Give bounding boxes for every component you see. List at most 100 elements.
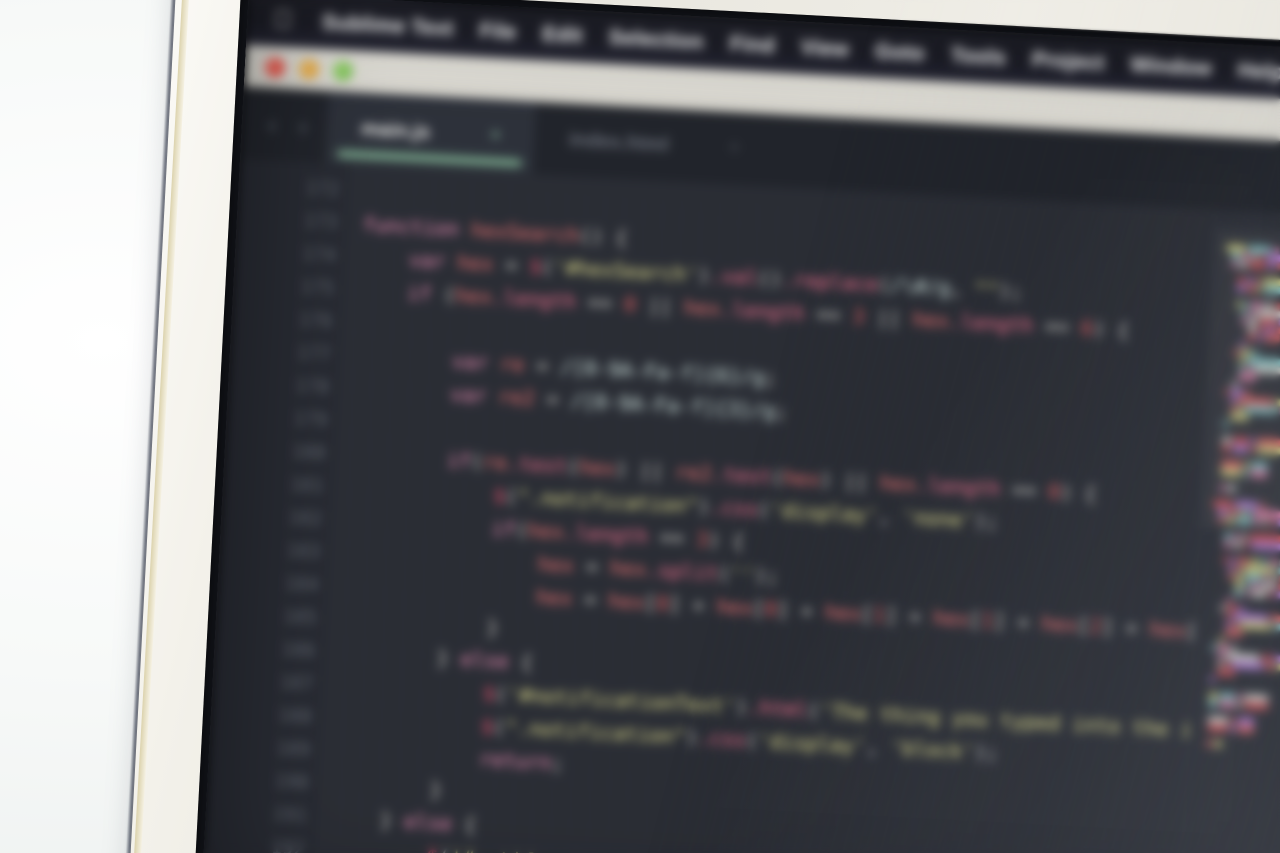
minimap-token	[1239, 509, 1244, 517]
minimap-token	[1268, 518, 1275, 527]
minimap-token	[1238, 557, 1249, 565]
minimap-token	[1225, 628, 1243, 637]
minimap-token	[1220, 484, 1226, 492]
minimap-token	[1227, 604, 1238, 613]
minimap-token	[1219, 692, 1235, 701]
code-editor[interactable]: 172 173 174 175 176 177 178 179 180 181 182 183 184 1…	[200, 158, 1280, 853]
menu-item-selection[interactable]: Selection	[608, 25, 704, 54]
tab-close-icon[interactable]: ×	[489, 125, 501, 148]
minimap-token	[1259, 318, 1275, 326]
minimap-token	[1269, 558, 1277, 567]
minimap-token	[1227, 596, 1232, 605]
minimap-token	[1250, 437, 1255, 446]
minimap-token	[1221, 468, 1241, 477]
minimap-token	[1251, 558, 1259, 566]
minimap-token	[1243, 701, 1269, 711]
minimap-token	[1231, 645, 1236, 653]
photograph-backdrop:  Sublime Text File Edit Selection Find …	[0, 0, 1280, 853]
minimap-token	[1264, 334, 1280, 343]
minimap-token	[1271, 575, 1277, 583]
zoom-button[interactable]	[332, 60, 354, 82]
menu-item-edit[interactable]: Edit	[542, 22, 584, 48]
menu-item-goto[interactable]: Goto	[874, 39, 925, 66]
minimap-token	[1234, 533, 1240, 541]
minimap-token	[1250, 461, 1268, 470]
menu-item-help[interactable]: Help	[1237, 58, 1280, 84]
apple-icon[interactable]: 	[273, 5, 293, 34]
tab-label: main.js	[360, 117, 431, 143]
minimap-token	[1261, 582, 1275, 591]
minimap-token	[1250, 261, 1265, 270]
minimap-token	[1224, 660, 1229, 668]
minimap-token	[1217, 660, 1222, 668]
tab-index-html[interactable]: index.html ×	[533, 102, 776, 187]
screen:  Sublime Text File Edit Selection Find …	[200, 0, 1280, 853]
minimap-token	[1255, 277, 1261, 286]
minimap-token	[1219, 644, 1230, 652]
minimap-token	[1261, 518, 1267, 526]
minimap-token	[1232, 380, 1237, 389]
minimap-token	[1254, 518, 1260, 526]
minimap-token	[1275, 326, 1280, 335]
menu-item-tools[interactable]: Tools	[950, 43, 1007, 70]
code-content[interactable]: function hexSearch() { var hex = $('#hex…	[312, 164, 1216, 853]
minimap-token	[1207, 739, 1213, 748]
minimap-token	[1237, 693, 1242, 701]
minimap-token	[1232, 252, 1241, 261]
minimap-token	[1265, 662, 1274, 671]
menu-item-view[interactable]: View	[800, 35, 849, 61]
minimap-token	[1274, 623, 1280, 631]
tab-main-js[interactable]: main.js ×	[325, 91, 537, 174]
minimap-token	[1275, 591, 1280, 600]
minimap-token	[1251, 590, 1267, 598]
minimap-token	[1209, 700, 1217, 708]
minimap-token	[1239, 373, 1257, 382]
minimap-token	[1267, 262, 1273, 270]
minimap-token	[1244, 693, 1269, 703]
minimap-token	[1218, 636, 1224, 644]
menu-item-find[interactable]: Find	[729, 32, 775, 58]
minimap-token	[1242, 309, 1247, 317]
minimap-token	[1244, 581, 1250, 589]
menu-item-sublime-text[interactable]: Sublime Text	[321, 10, 455, 41]
minimap-token	[1218, 652, 1223, 660]
laptop-body:  Sublime Text File Edit Selection Find …	[125, 0, 1280, 853]
minimap-token	[1207, 724, 1228, 733]
minimap-token	[1247, 277, 1254, 285]
nav-forward-icon[interactable]: ›	[298, 111, 308, 141]
minimap-token	[1229, 564, 1234, 573]
minimap-token	[1268, 591, 1274, 599]
minimap-token	[1250, 469, 1268, 478]
minimap-token	[1237, 284, 1245, 293]
minimap-token	[1223, 556, 1229, 564]
screen-bezel:  Sublime Text File Edit Selection Find …	[191, 0, 1280, 853]
minimap-token	[1244, 301, 1250, 309]
menu-item-project[interactable]: Project	[1031, 47, 1105, 75]
minimap-token	[1231, 404, 1236, 412]
minimap-token	[1222, 436, 1231, 444]
minimap-token	[1257, 446, 1280, 455]
minimap-token	[1229, 508, 1237, 517]
minimap-token	[1248, 245, 1271, 254]
minimap-token	[1244, 589, 1249, 597]
tab-close-icon[interactable]: ×	[728, 137, 740, 160]
minimap-token	[1224, 532, 1232, 540]
minimap-token	[1239, 357, 1245, 365]
minimap-token	[1218, 516, 1224, 524]
nav-back-icon[interactable]: ‹	[267, 109, 277, 139]
minimap-token	[1275, 663, 1280, 672]
minimap-token	[1263, 574, 1270, 582]
minimap-token	[1209, 692, 1218, 700]
minimap-viewport[interactable]	[1200, 227, 1280, 538]
minimize-button[interactable]	[298, 58, 320, 80]
minimap-token	[1257, 438, 1280, 447]
minimap-token	[1231, 396, 1236, 404]
minimap-token	[1236, 300, 1242, 309]
minimap-token	[1237, 717, 1255, 726]
menu-item-window[interactable]: Window	[1130, 53, 1213, 81]
close-button[interactable]	[264, 56, 286, 78]
minimap-token	[1208, 716, 1228, 725]
minimap-token	[1226, 612, 1231, 621]
menu-item-file[interactable]: File	[479, 18, 517, 44]
minimap-token	[1235, 501, 1258, 510]
